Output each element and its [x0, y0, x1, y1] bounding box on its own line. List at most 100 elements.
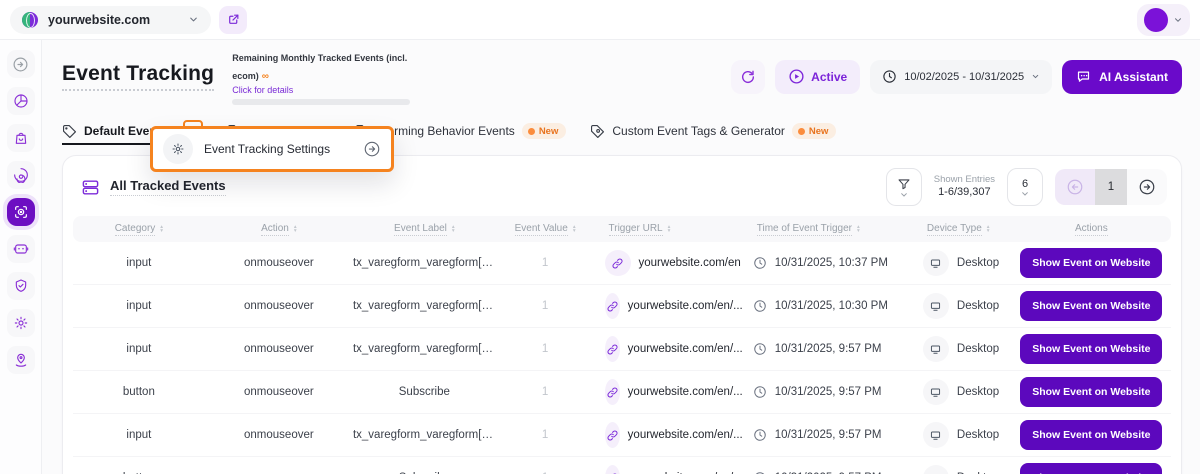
tab-label: Alarming Behavior Events — [377, 124, 515, 138]
current-page[interactable]: 1 — [1095, 169, 1127, 205]
filter-button[interactable] — [886, 168, 922, 206]
page-size-select[interactable]: 6 — [1007, 168, 1043, 206]
cell-category: input — [73, 429, 205, 441]
site-favicon-icon — [22, 12, 38, 28]
ai-assistant-button[interactable]: AI Assistant — [1062, 60, 1182, 94]
cell-trigger-url[interactable]: yourwebsite.com/en/... — [595, 465, 743, 474]
sort-icon[interactable]: ▴▾ — [452, 225, 455, 234]
sidebar-item-visitors[interactable] — [7, 346, 35, 374]
cell-device: Desktop — [913, 336, 1012, 362]
date-range-picker[interactable]: 10/02/2025 - 10/31/2025 — [870, 60, 1052, 94]
clock-icon — [753, 256, 767, 270]
link-icon — [605, 379, 620, 405]
page-header: Event Tracking Remaining Monthly Tracked… — [62, 48, 1182, 105]
gear-icon — [13, 315, 29, 331]
remaining-events-widget: Remaining Monthly Tracked Events (incl. … — [232, 48, 410, 105]
chevron-down-icon — [1173, 15, 1183, 25]
cell-trigger-url[interactable]: yourwebsite.com/en/... — [595, 379, 743, 405]
column-header[interactable]: Device Type — [927, 223, 982, 236]
date-range-label: 10/02/2025 - 10/31/2025 — [904, 71, 1024, 83]
shield-check-icon — [13, 278, 29, 294]
sort-icon[interactable]: ▴▾ — [160, 225, 163, 234]
sort-icon[interactable]: ▴▾ — [987, 225, 990, 234]
event-tracking-settings-menu-item[interactable]: Event Tracking Settings — [150, 126, 394, 172]
sort-icon[interactable]: ▴▾ — [857, 225, 860, 234]
tab-custom-event-tags-generator[interactable]: Custom Event Tags & Generator New — [590, 117, 836, 145]
show-event-button[interactable]: Show Event on Website — [1020, 420, 1162, 450]
rows-icon — [81, 178, 100, 197]
show-event-button[interactable]: Show Event on Website — [1020, 463, 1162, 474]
status-label: Active — [811, 70, 847, 84]
monitor-icon — [923, 293, 949, 319]
table-row: button onmouseover Subscribe 1 yourwebsi… — [73, 371, 1171, 414]
settings-menu-label: Event Tracking Settings — [204, 142, 352, 156]
cell-time: 10/31/2025, 10:37 PM — [743, 256, 913, 270]
show-event-button[interactable]: Show Event on Website — [1020, 334, 1162, 364]
show-event-button[interactable]: Show Event on Website — [1020, 377, 1162, 407]
show-event-button[interactable]: Show Event on Website — [1020, 291, 1162, 321]
cell-action: onmouseover — [205, 343, 353, 355]
remaining-events-label: Remaining Monthly Tracked Events (incl. … — [232, 53, 407, 81]
sidebar-item-sessions[interactable] — [7, 161, 35, 189]
cell-event-label: Subscribe — [353, 386, 496, 398]
sidebar-item-analytics[interactable] — [7, 87, 35, 115]
cell-event-value: 1 — [496, 343, 595, 355]
user-menu[interactable] — [1137, 4, 1190, 36]
main-content: Event Tracking Remaining Monthly Tracked… — [42, 40, 1200, 474]
pagination: 1 — [1055, 169, 1167, 205]
cell-trigger-url[interactable]: yourwebsite.com/en/... — [595, 336, 743, 362]
prev-page-button[interactable] — [1055, 169, 1095, 205]
table-row: input onmouseover tx_varegform_varegform… — [73, 242, 1171, 285]
refresh-icon — [740, 69, 756, 85]
open-website-button[interactable] — [219, 6, 247, 34]
site-selector[interactable]: yourwebsite.com — [10, 6, 211, 34]
pie-chart-icon — [13, 93, 29, 109]
refresh-button[interactable] — [731, 60, 765, 94]
sidebar-item-event-tracking[interactable] — [7, 198, 35, 226]
gear-icon — [163, 134, 193, 164]
sidebar-item-collapse[interactable] — [7, 50, 35, 78]
sidebar-item-settings[interactable] — [7, 309, 35, 337]
show-event-button[interactable]: Show Event on Website — [1020, 248, 1162, 278]
table-title: All Tracked Events — [110, 178, 226, 196]
cell-category: input — [73, 300, 205, 312]
next-page-button[interactable] — [1127, 169, 1167, 205]
shown-entries-value: 1-6/39,307 — [934, 186, 995, 200]
cell-category: input — [73, 257, 205, 269]
column-header[interactable]: Action — [261, 223, 289, 236]
cell-device: Desktop — [913, 293, 1012, 319]
column-header[interactable]: Actions — [1075, 223, 1108, 236]
sort-icon[interactable]: ▴▾ — [573, 225, 576, 234]
external-link-icon — [227, 13, 240, 26]
tracking-status-toggle[interactable]: Active — [775, 60, 860, 94]
cell-trigger-url[interactable]: yourwebsite.com/en/... — [595, 422, 743, 448]
sidebar-item-ai-chat[interactable] — [7, 235, 35, 263]
table-body: input onmouseover tx_varegform_varegform… — [73, 242, 1171, 474]
table-row: button onmouseover Subscribe 1 yourwebsi… — [73, 457, 1171, 474]
avatar — [1144, 8, 1168, 32]
app-root: yourwebsite.com — [0, 0, 1200, 474]
cell-trigger-url[interactable]: yourwebsite.com/en/... — [595, 293, 743, 319]
sidebar-item-privacy[interactable] — [7, 272, 35, 300]
sort-icon[interactable]: ▴▾ — [294, 225, 297, 234]
cell-trigger-url[interactable]: yourwebsite.com/en — [595, 250, 743, 276]
table-row: input onmouseover tx_varegform_varegform… — [73, 328, 1171, 371]
sidebar-item-ecommerce[interactable] — [7, 124, 35, 152]
cell-time: 10/31/2025, 9:57 PM — [743, 342, 913, 356]
cell-action: onmouseover — [205, 257, 353, 269]
link-icon — [605, 336, 620, 362]
column-header[interactable]: Event Value — [515, 223, 568, 236]
link-icon — [605, 293, 620, 319]
column-header[interactable]: Trigger URL — [609, 223, 663, 236]
click-for-details-link[interactable]: Click for details — [232, 85, 410, 95]
chevron-down-icon — [188, 14, 199, 25]
sort-icon[interactable]: ▴▾ — [668, 225, 671, 234]
clock-icon — [753, 342, 767, 356]
cell-device: Desktop — [913, 379, 1012, 405]
new-badge: New — [522, 123, 567, 139]
play-circle-icon — [788, 68, 805, 85]
column-header[interactable]: Event Label — [394, 223, 447, 236]
column-header[interactable]: Time of Event Trigger — [757, 223, 852, 236]
table-tools: Shown Entries 1-6/39,307 6 1 — [886, 168, 1167, 206]
column-header[interactable]: Category — [115, 223, 156, 236]
